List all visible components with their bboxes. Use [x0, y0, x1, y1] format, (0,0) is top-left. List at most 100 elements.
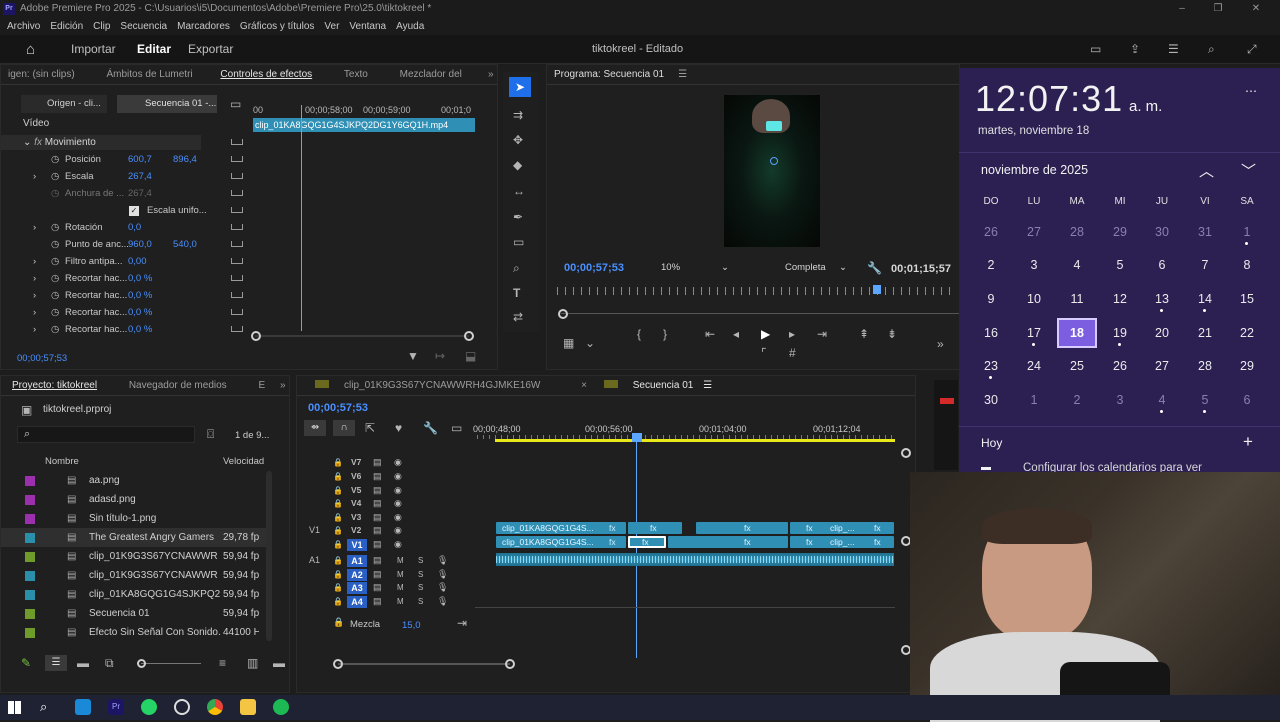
menu-item[interactable]: Ventana [344, 18, 391, 35]
expand-icon[interactable]: › [33, 304, 36, 321]
track-target[interactable]: V1 [347, 539, 367, 551]
timeline-scroll-handle-right[interactable] [505, 659, 515, 669]
program-playhead[interactable] [873, 285, 881, 294]
property-value-1[interactable]: 0,0 % [128, 304, 152, 321]
calendar-day[interactable]: 28 [1057, 217, 1097, 247]
project-item[interactable]: ▤ clip_01K9G3S67YCNAWWR 59,94 fp [1, 566, 271, 585]
project-scrollbar[interactable] [266, 471, 272, 641]
mute-icon[interactable]: M [397, 554, 404, 567]
calendar-day[interactable]: 5 [1100, 250, 1140, 280]
program-scrollbar[interactable] [561, 313, 959, 314]
selection-tool-icon[interactable]: ➤ [509, 77, 531, 97]
chevron-up-icon[interactable]: ︿ [1199, 160, 1214, 181]
effect-property-row[interactable]: › ◷ Rotación 0,0 [1, 219, 251, 236]
video-track-header[interactable]: 🔒 V6 ▤ ◉ [297, 470, 467, 483]
ec-clip-bar[interactable]: clip_01KA8GQG1G4SJKPQ2DG1Y6GQ1H.mp4 [253, 118, 475, 132]
reset-icon[interactable] [231, 139, 243, 145]
timeline-playhead-head[interactable] [632, 433, 642, 442]
lift-icon[interactable]: ⇞ [859, 327, 869, 341]
calendar-day[interactable]: 2 [1057, 385, 1097, 415]
calendar-day[interactable]: 14 [1185, 284, 1225, 314]
add-event-icon[interactable]: + [1243, 432, 1253, 452]
calendar-day[interactable]: 15 [1227, 284, 1267, 314]
export-frame-icon[interactable]: ⌜ [761, 346, 767, 360]
chevron-down-icon[interactable]: ﹀ [1241, 160, 1256, 181]
video-clip-v1[interactable]: clip_01KA8GQG1G4S... fx [496, 536, 626, 548]
eye-icon[interactable]: ◉ [394, 538, 402, 551]
lock-icon[interactable]: 🔒 [333, 511, 343, 524]
reset-icon[interactable] [231, 156, 243, 162]
property-value-1[interactable]: 0,0 % [128, 287, 152, 304]
effect-property-row[interactable]: › ◷ Recortar hac... 0,0 % [1, 304, 251, 321]
calendar-day[interactable]: 26 [971, 217, 1011, 247]
tab-source[interactable]: igen: (sin clips) [1, 65, 82, 84]
store-icon[interactable] [75, 699, 91, 715]
calendar-day[interactable]: 25 [1057, 351, 1097, 381]
source-patch[interactable]: A1 [309, 554, 320, 567]
microphone-icon[interactable]: 🎙 [437, 554, 448, 567]
sync-icon[interactable]: ▤ [373, 554, 382, 567]
tab-secuencia-01[interactable]: Secuencia 01 ☰ [597, 376, 719, 395]
reset-icon[interactable] [231, 309, 243, 315]
calendar-day[interactable]: 9 [971, 284, 1011, 314]
calendar-day[interactable]: 18 [1057, 318, 1097, 348]
xbox-icon[interactable] [174, 699, 190, 715]
ec-scroll-handle-right[interactable] [464, 331, 474, 341]
calendar-day[interactable]: 19 [1100, 318, 1140, 348]
effect-property-row[interactable]: ◷ Anchura de ... 267,4 [1, 185, 251, 202]
chrome-icon[interactable] [207, 699, 223, 715]
source-button[interactable]: Origen - cli... [21, 95, 107, 113]
tab-proyecto[interactable]: Proyecto: tiktokreel [1, 376, 104, 395]
marker-icon[interactable]: ♥ [395, 421, 402, 435]
property-value-1[interactable]: 960,0 [128, 236, 152, 253]
lock-icon[interactable]: 🔒 [333, 484, 343, 497]
effect-property-row[interactable]: ✓ Escala unifo... [1, 202, 251, 219]
clock-date[interactable]: martes, noviembre 18 [978, 125, 1089, 137]
mute-icon[interactable]: M [397, 595, 404, 608]
tab-texto[interactable]: Texto [322, 65, 375, 84]
go-to-out-icon[interactable]: ⇥ [817, 327, 827, 341]
eye-icon[interactable]: ◉ [394, 456, 402, 469]
audio-track-header[interactable]: 🔒 A4 ▤ M S 🎙 [297, 595, 467, 608]
stopwatch-icon[interactable]: ◷ [51, 304, 59, 321]
wrench-icon[interactable]: 🔧 [423, 421, 438, 435]
effect-property-row[interactable]: › ◷ Recortar hac... 0,0 % [1, 321, 251, 338]
mark-in-icon[interactable]: { [637, 327, 641, 341]
video-clip-v1[interactable]: fx clip_... fx [790, 536, 894, 548]
lock-icon[interactable]: 🔒 [333, 524, 343, 537]
eye-icon[interactable]: ◉ [394, 511, 402, 524]
label-color-swatch[interactable] [25, 628, 35, 638]
lock-icon[interactable]: 🔒 [333, 538, 343, 551]
premiere-taskbar-icon[interactable]: Pr [108, 699, 124, 715]
calendar-day[interactable]: 27 [1014, 217, 1054, 247]
ec-scrollbar[interactable] [255, 335, 469, 337]
settings-icon[interactable]: ▦ [563, 336, 574, 350]
calendar-day[interactable]: 26 [1100, 351, 1140, 381]
file-explorer-icon[interactable] [240, 699, 256, 715]
menu-item[interactable]: Edición [45, 18, 88, 35]
expand-icon[interactable]: › [33, 219, 36, 236]
list-view-button[interactable]: ☰ [45, 655, 67, 671]
video-track-header[interactable]: 🔒 V5 ▤ ◉ [297, 484, 467, 497]
sync-icon[interactable]: ▤ [373, 568, 382, 581]
minimize-icon[interactable]: – [1172, 0, 1192, 18]
track-name[interactable]: V6 [351, 470, 361, 483]
video-clip-v2[interactable]: fx clip_... fx [790, 522, 894, 534]
label-color-swatch[interactable] [25, 590, 35, 600]
share-icon[interactable]: ⇪ [1130, 42, 1140, 56]
video-clip-v1-selected[interactable]: fx [628, 536, 666, 548]
nav-editar[interactable]: Editar [137, 35, 171, 64]
stopwatch-icon[interactable]: ◷ [51, 168, 59, 185]
menu-item[interactable]: Clip [88, 18, 115, 35]
nav-exportar[interactable]: Exportar [188, 35, 233, 64]
captions-icon[interactable]: ▭ [451, 421, 462, 435]
tab-lumetri[interactable]: Ámbitos de Lumetri [84, 65, 199, 84]
project-item[interactable]: ▤ clip_01K9G3S67YCNAWWR 59,94 fp [1, 547, 271, 566]
tab-navegador[interactable]: Navegador de medios [107, 376, 234, 395]
clip-icon[interactable]: ⬓ [465, 349, 476, 363]
menu-item[interactable]: Marcadores [172, 18, 235, 35]
effect-property-row[interactable]: › ◷ Recortar hac... 0,0 % [1, 287, 251, 304]
eye-icon[interactable]: ◉ [394, 470, 402, 483]
label-color-swatch[interactable] [25, 476, 35, 486]
calendar-day[interactable]: 3 [1100, 385, 1140, 415]
